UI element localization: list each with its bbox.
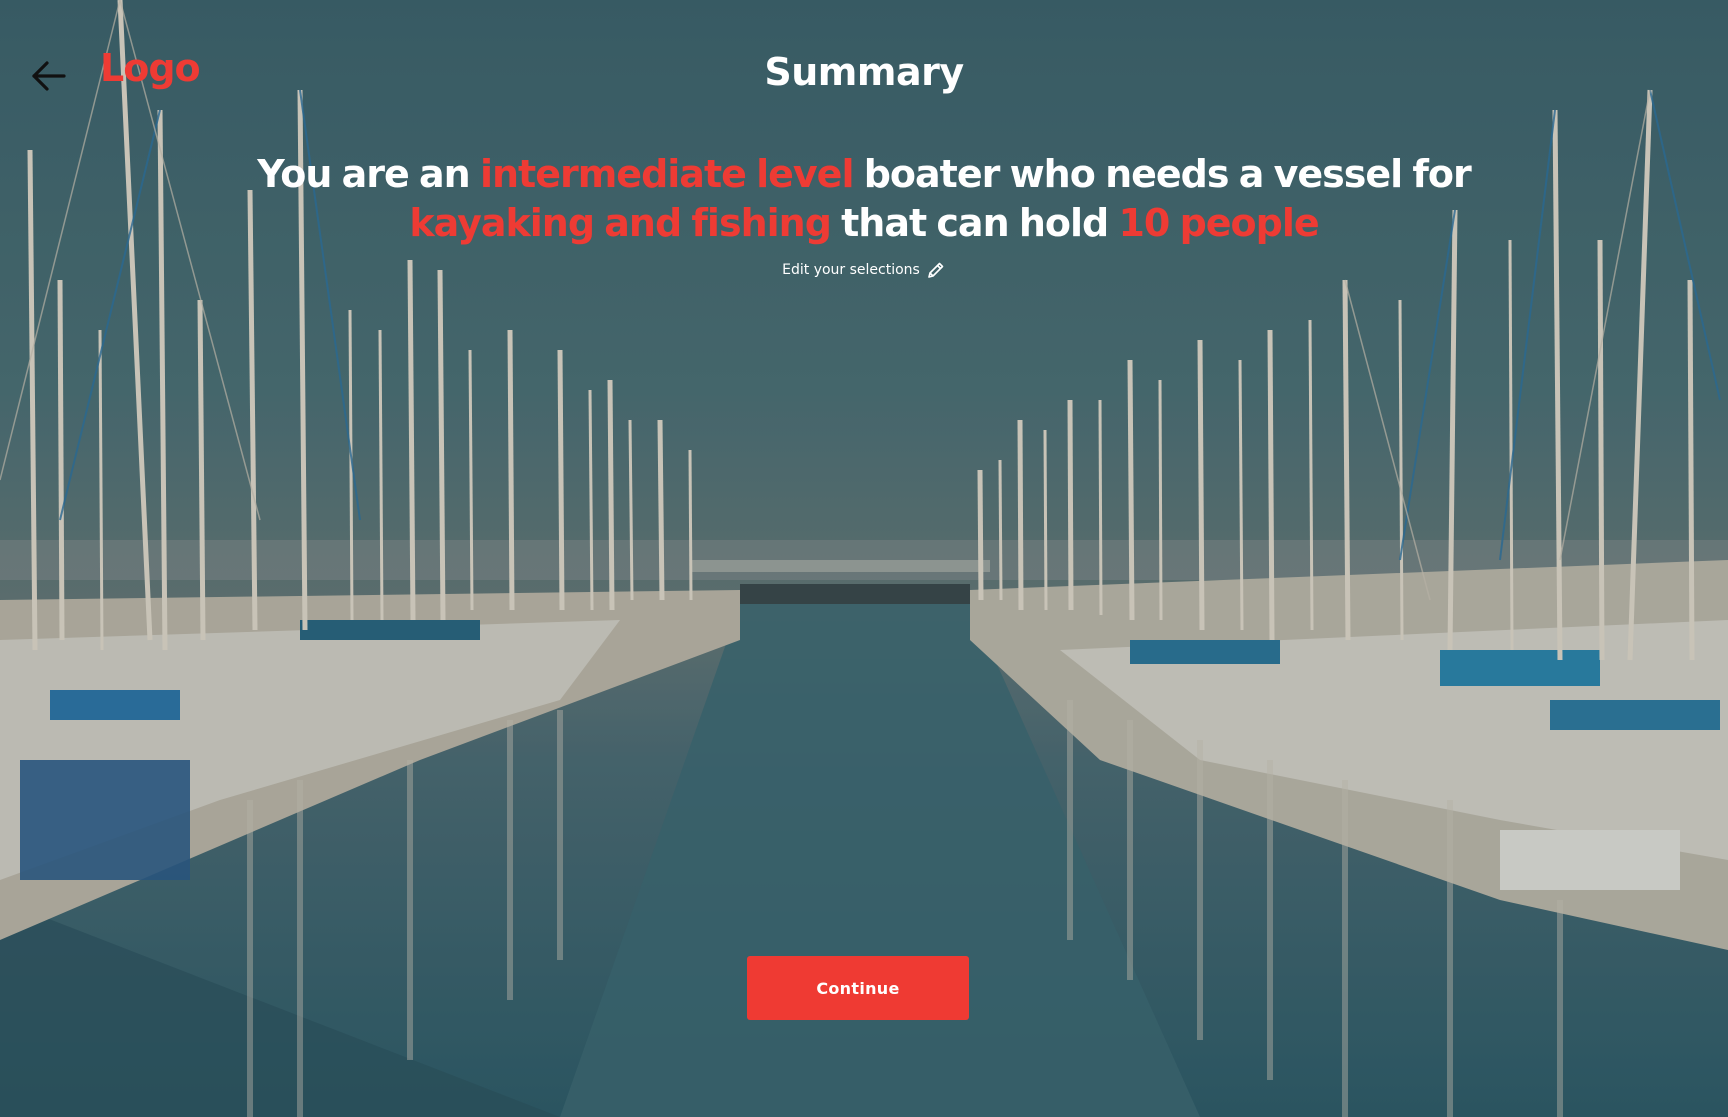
summary-activities: kayaking and fishing	[409, 201, 832, 245]
summary-text-part3: that can hold	[841, 201, 1109, 245]
pencil-icon[interactable]	[926, 260, 946, 280]
summary-text-part2: boater who needs a vessel for	[863, 152, 1472, 196]
summary-level: intermediate level	[479, 152, 855, 196]
edit-selections-row: Edit your selections	[0, 260, 1728, 280]
summary-text-part1: You are an	[257, 152, 470, 196]
continue-button[interactable]: Continue	[747, 956, 969, 1020]
edit-selections-link[interactable]: Edit your selections	[782, 262, 920, 278]
summary-capacity: 10 people	[1118, 201, 1319, 245]
summary-sentence: You are an intermediate level boater who…	[234, 150, 1494, 248]
page-title: Summary	[764, 50, 964, 94]
